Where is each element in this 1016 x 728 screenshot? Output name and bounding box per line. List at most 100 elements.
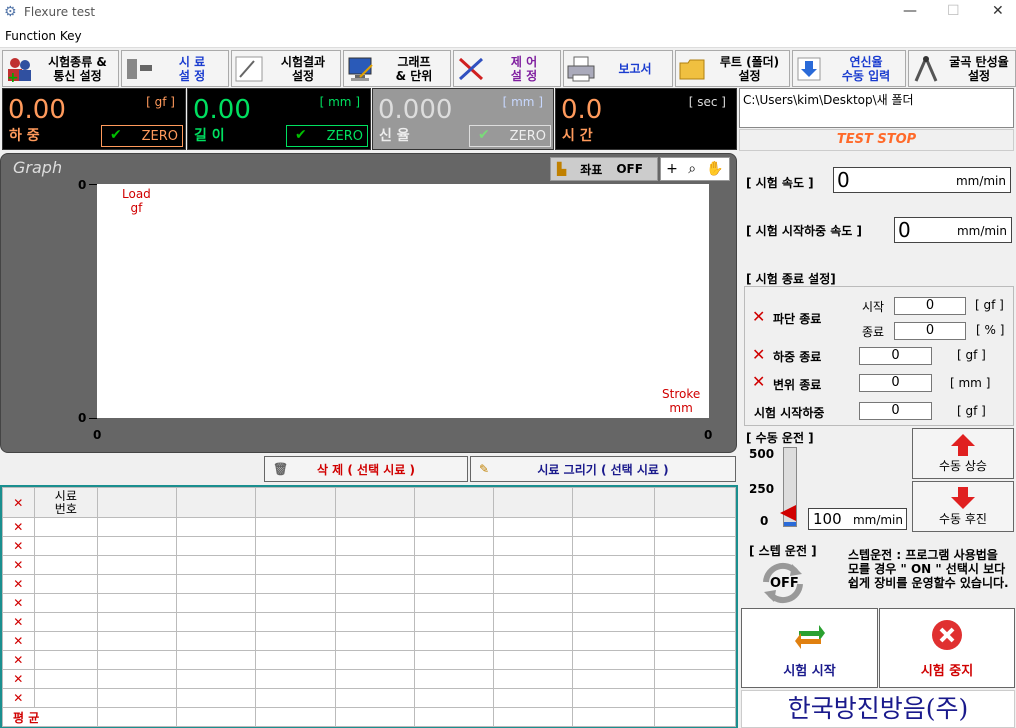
table-cell[interactable] bbox=[33, 669, 99, 689]
table-cell[interactable] bbox=[97, 593, 178, 613]
table-cell[interactable] bbox=[97, 631, 178, 651]
table-cell[interactable] bbox=[33, 517, 99, 537]
table-cell[interactable] bbox=[493, 536, 574, 556]
test-speed-input[interactable]: 0 mm/min bbox=[833, 167, 1011, 193]
table-row[interactable]: ✕ bbox=[2, 517, 737, 537]
table-cell[interactable] bbox=[493, 517, 574, 537]
table-row[interactable]: ✕ bbox=[2, 612, 737, 632]
slider-thumb[interactable] bbox=[780, 505, 796, 521]
table-cell[interactable] bbox=[413, 536, 495, 556]
table-cell[interactable] bbox=[33, 688, 99, 708]
table-row[interactable]: ✕ bbox=[2, 555, 737, 575]
table-cell[interactable] bbox=[413, 612, 495, 632]
table-cell[interactable] bbox=[255, 669, 336, 689]
table-cell[interactable] bbox=[255, 688, 336, 708]
toolbar-root-folder[interactable]: 루트 (폴더) 설정 bbox=[675, 50, 790, 87]
table-cell[interactable] bbox=[493, 688, 574, 708]
table-cell[interactable] bbox=[334, 574, 415, 594]
table-cell[interactable] bbox=[255, 517, 336, 537]
coordinate-toggle[interactable]: ▙ 좌표 OFF bbox=[550, 157, 658, 181]
table-cell[interactable] bbox=[255, 555, 336, 575]
table-cell[interactable] bbox=[176, 517, 257, 537]
table-cell[interactable] bbox=[97, 536, 178, 556]
start-load-speed-input[interactable]: 0 mm/min bbox=[894, 217, 1012, 243]
toolbar-control[interactable]: 제 어 설 정 bbox=[453, 50, 561, 87]
header-x-icon[interactable]: ✕ bbox=[2, 487, 35, 518]
table-cell[interactable] bbox=[493, 555, 574, 575]
break-end-input[interactable]: 0 bbox=[894, 322, 966, 340]
table-cell[interactable] bbox=[653, 669, 737, 689]
table-cell[interactable] bbox=[493, 669, 574, 689]
row-delete-x-icon[interactable]: ✕ bbox=[2, 688, 35, 708]
table-cell[interactable] bbox=[493, 650, 574, 670]
row-delete-x-icon[interactable]: ✕ bbox=[2, 650, 35, 670]
table-cell[interactable] bbox=[97, 650, 178, 670]
table-cell[interactable] bbox=[97, 517, 178, 537]
table-row[interactable]: ✕ bbox=[2, 631, 737, 651]
table-cell[interactable] bbox=[33, 555, 99, 575]
row-delete-x-icon[interactable]: ✕ bbox=[2, 631, 35, 651]
table-cell[interactable] bbox=[334, 612, 415, 632]
table-row[interactable]: ✕ bbox=[2, 536, 737, 556]
row-delete-x-icon[interactable]: ✕ bbox=[2, 574, 35, 594]
table-cell[interactable] bbox=[33, 650, 99, 670]
table-cell[interactable] bbox=[334, 688, 415, 708]
toolbar-report[interactable]: 보고서 bbox=[563, 50, 673, 87]
zero-elongation-button[interactable]: ✔ ZERO bbox=[469, 125, 551, 147]
row-delete-x-icon[interactable]: ✕ bbox=[2, 536, 35, 556]
table-cell[interactable] bbox=[572, 612, 655, 632]
maximize-button[interactable]: ☐ bbox=[947, 3, 960, 19]
row-delete-x-icon[interactable]: ✕ bbox=[2, 612, 35, 632]
toolbar-graph[interactable]: 그래프 & 단위 bbox=[343, 50, 451, 87]
table-cell[interactable] bbox=[653, 612, 737, 632]
test-start-button[interactable]: 시험 시작 bbox=[741, 608, 878, 688]
table-cell[interactable] bbox=[334, 593, 415, 613]
table-cell[interactable] bbox=[97, 612, 178, 632]
table-cell[interactable] bbox=[176, 536, 257, 556]
close-button[interactable]: ✕ bbox=[992, 3, 1004, 19]
table-cell[interactable] bbox=[255, 612, 336, 632]
table-cell[interactable] bbox=[572, 650, 655, 670]
table-cell[interactable] bbox=[97, 574, 178, 594]
row-delete-x-icon[interactable]: ✕ bbox=[2, 669, 35, 689]
draw-sample-button[interactable]: ✎ 시료 그리기 ( 선택 시료 ) bbox=[470, 456, 736, 482]
table-cell[interactable] bbox=[572, 555, 655, 575]
table-cell[interactable] bbox=[176, 612, 257, 632]
test-stop-button[interactable]: 시험 중지 bbox=[879, 608, 1015, 688]
minimize-button[interactable]: — bbox=[903, 3, 917, 19]
menu-function-key[interactable]: Function Key bbox=[5, 29, 82, 43]
table-cell[interactable] bbox=[493, 612, 574, 632]
table-cell[interactable] bbox=[413, 555, 495, 575]
manual-up-button[interactable]: 수동 상승 bbox=[912, 428, 1014, 479]
table-row[interactable]: ✕ bbox=[2, 574, 737, 594]
table-cell[interactable] bbox=[255, 650, 336, 670]
start-load-input[interactable]: 0 bbox=[859, 402, 932, 420]
table-row[interactable]: ✕ bbox=[2, 688, 737, 708]
table-cell[interactable] bbox=[572, 631, 655, 651]
table-cell[interactable] bbox=[176, 688, 257, 708]
table-cell[interactable] bbox=[176, 631, 257, 651]
table-cell[interactable] bbox=[255, 574, 336, 594]
zero-load-button[interactable]: ✔ ZERO bbox=[101, 125, 183, 147]
load-end-input[interactable]: 0 bbox=[859, 347, 932, 365]
zoom-icon[interactable]: ⌕ bbox=[688, 161, 696, 177]
table-cell[interactable] bbox=[33, 574, 99, 594]
table-cell[interactable] bbox=[653, 650, 737, 670]
table-cell[interactable] bbox=[653, 631, 737, 651]
table-cell[interactable] bbox=[572, 517, 655, 537]
toolbar-elongation[interactable]: 연신율 수동 입력 bbox=[792, 50, 906, 87]
table-cell[interactable] bbox=[334, 555, 415, 575]
table-cell[interactable] bbox=[176, 669, 257, 689]
zero-length-button[interactable]: ✔ ZERO bbox=[286, 125, 368, 147]
table-cell[interactable] bbox=[334, 631, 415, 651]
crosshair-icon[interactable]: + bbox=[666, 161, 678, 177]
table-cell[interactable] bbox=[653, 555, 737, 575]
disp-end-x-icon[interactable]: ✕ bbox=[752, 372, 765, 391]
table-cell[interactable] bbox=[572, 593, 655, 613]
table-cell[interactable] bbox=[176, 650, 257, 670]
table-cell[interactable] bbox=[413, 593, 495, 613]
table-cell[interactable] bbox=[493, 631, 574, 651]
table-cell[interactable] bbox=[334, 536, 415, 556]
delete-sample-button[interactable]: 🗑 삭 제 ( 선택 시료 ) bbox=[264, 456, 468, 482]
table-cell[interactable] bbox=[413, 650, 495, 670]
